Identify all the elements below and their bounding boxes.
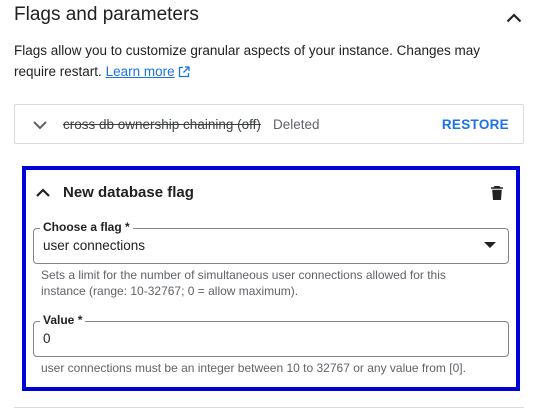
new-database-flag-card: New database flag Choose a flag * user c… — [22, 166, 520, 391]
chevron-up-icon[interactable] — [34, 184, 52, 202]
value-label: Value * — [40, 313, 86, 327]
choose-flag-label: Choose a flag * — [40, 220, 133, 234]
section-title: Flags and parameters — [14, 4, 199, 25]
choose-flag-value: user connections — [43, 238, 146, 253]
description-text: Flags allow you to customize granular as… — [14, 43, 480, 79]
chevron-down-icon[interactable] — [31, 116, 49, 134]
deleted-status-label: Deleted — [273, 117, 320, 132]
value-input-text: 0 — [43, 331, 51, 346]
learn-more-label: Learn more — [105, 64, 175, 79]
open-in-new-icon — [178, 66, 190, 78]
chevron-up-icon — [506, 13, 522, 23]
deleted-flag-name: cross db ownership chaining (off) — [63, 117, 261, 132]
choose-flag-hint: Sets a limit for the number of simultane… — [41, 268, 446, 298]
section-description: Flags allow you to customize granular as… — [14, 40, 524, 82]
arrow-drop-down-icon — [484, 242, 496, 248]
collapse-section-button[interactable] — [502, 6, 526, 30]
restore-button[interactable]: RESTORE — [442, 117, 509, 132]
value-input[interactable]: Value * 0 — [33, 313, 509, 357]
divider — [14, 407, 524, 408]
choose-flag-select[interactable]: Choose a flag * user connections — [33, 220, 509, 264]
learn-more-link[interactable]: Learn more — [106, 64, 190, 79]
deleted-flag-row: cross db ownership chaining (off) Delete… — [14, 104, 524, 144]
value-hint: user connections must be an integer betw… — [41, 361, 466, 375]
new-flag-title: New database flag — [63, 184, 194, 201]
trash-icon[interactable] — [488, 184, 506, 202]
